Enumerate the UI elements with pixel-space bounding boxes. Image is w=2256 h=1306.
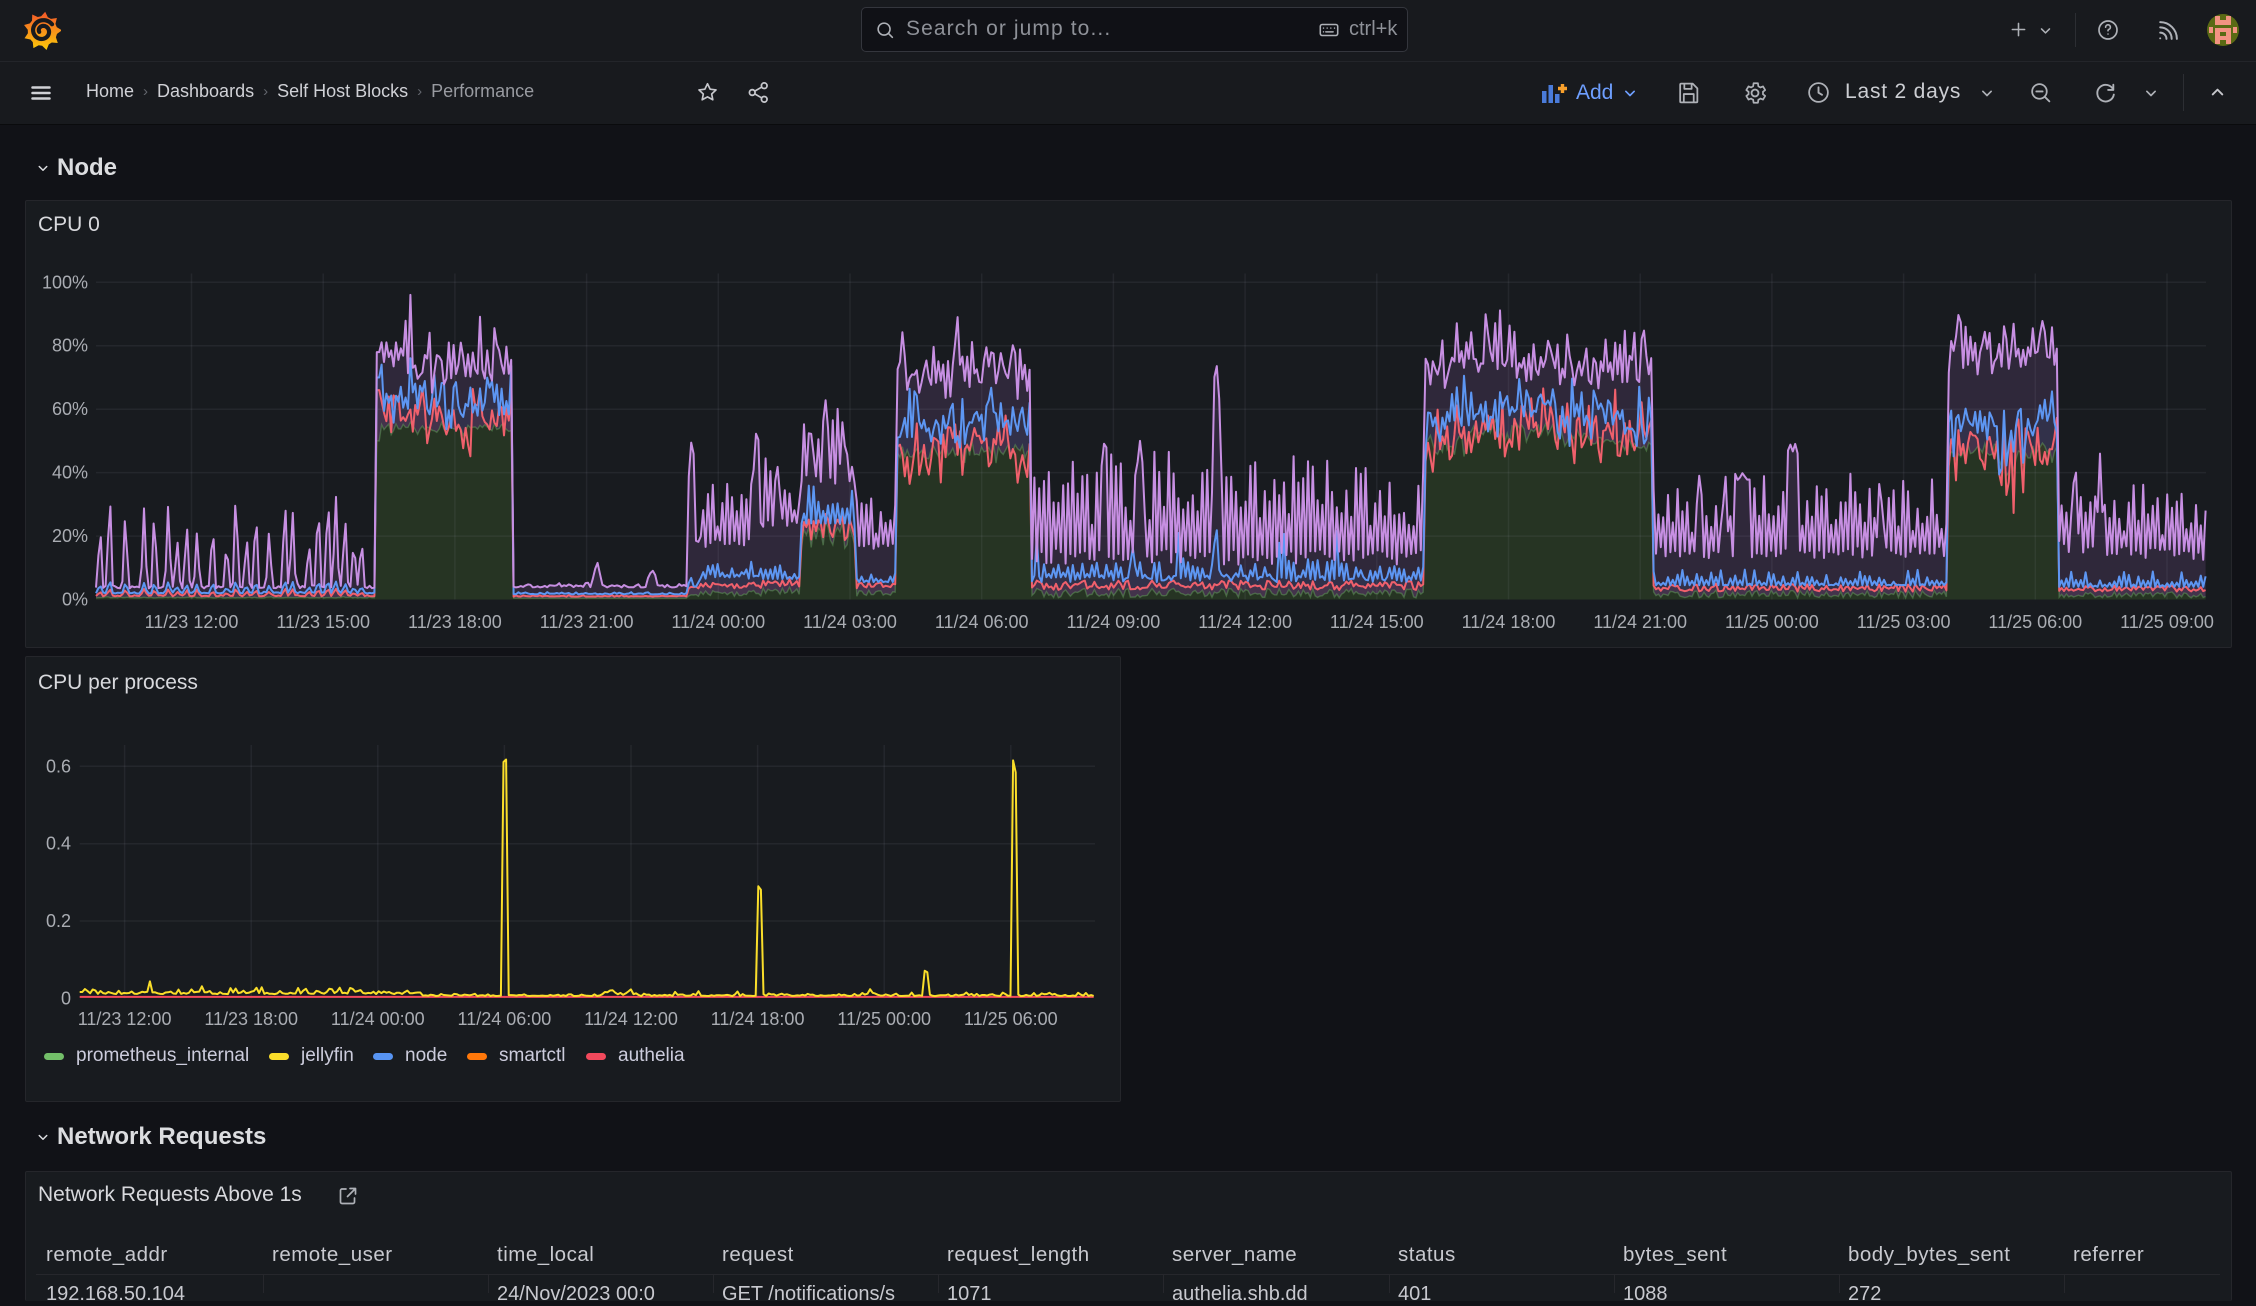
svg-text:20%: 20% bbox=[52, 526, 88, 546]
svg-text:0%: 0% bbox=[62, 590, 88, 610]
svg-text:11/23 18:00: 11/23 18:00 bbox=[408, 612, 502, 632]
svg-text:11/24 06:00: 11/24 06:00 bbox=[935, 612, 1029, 632]
svg-text:11/24 03:00: 11/24 03:00 bbox=[803, 612, 897, 632]
svg-text:11/23 21:00: 11/23 21:00 bbox=[540, 612, 634, 632]
svg-text:11/25 06:00: 11/25 06:00 bbox=[964, 1009, 1058, 1029]
svg-text:11/23 12:00: 11/23 12:00 bbox=[145, 612, 239, 632]
svg-text:80%: 80% bbox=[52, 336, 88, 356]
svg-text:11/24 21:00: 11/24 21:00 bbox=[1593, 612, 1687, 632]
svg-text:40%: 40% bbox=[52, 463, 88, 483]
svg-text:11/24 06:00: 11/24 06:00 bbox=[458, 1009, 552, 1029]
svg-text:11/23 12:00: 11/23 12:00 bbox=[78, 1009, 172, 1029]
svg-text:11/25 06:00: 11/25 06:00 bbox=[1988, 612, 2082, 632]
svg-text:60%: 60% bbox=[52, 399, 88, 419]
svg-text:11/24 00:00: 11/24 00:00 bbox=[331, 1009, 425, 1029]
svg-text:0.6: 0.6 bbox=[46, 756, 71, 776]
svg-text:11/25 00:00: 11/25 00:00 bbox=[1725, 612, 1819, 632]
svg-text:11/24 18:00: 11/24 18:00 bbox=[1462, 612, 1556, 632]
svg-text:0: 0 bbox=[61, 988, 71, 1008]
svg-text:11/25 09:00: 11/25 09:00 bbox=[2120, 612, 2214, 632]
svg-text:0.4: 0.4 bbox=[46, 834, 71, 854]
svg-text:11/24 09:00: 11/24 09:00 bbox=[1067, 612, 1161, 632]
svg-text:0.2: 0.2 bbox=[46, 911, 71, 931]
svg-text:11/23 15:00: 11/23 15:00 bbox=[276, 612, 370, 632]
svg-text:11/25 00:00: 11/25 00:00 bbox=[837, 1009, 931, 1029]
svg-text:11/24 18:00: 11/24 18:00 bbox=[711, 1009, 805, 1029]
svg-text:11/24 15:00: 11/24 15:00 bbox=[1330, 612, 1424, 632]
svg-text:100%: 100% bbox=[42, 272, 88, 292]
svg-text:11/24 12:00: 11/24 12:00 bbox=[1198, 612, 1292, 632]
svg-text:11/24 00:00: 11/24 00:00 bbox=[671, 612, 765, 632]
svg-text:11/23 18:00: 11/23 18:00 bbox=[204, 1009, 298, 1029]
svg-text:11/25 03:00: 11/25 03:00 bbox=[1857, 612, 1951, 632]
svg-text:11/24 12:00: 11/24 12:00 bbox=[584, 1009, 678, 1029]
